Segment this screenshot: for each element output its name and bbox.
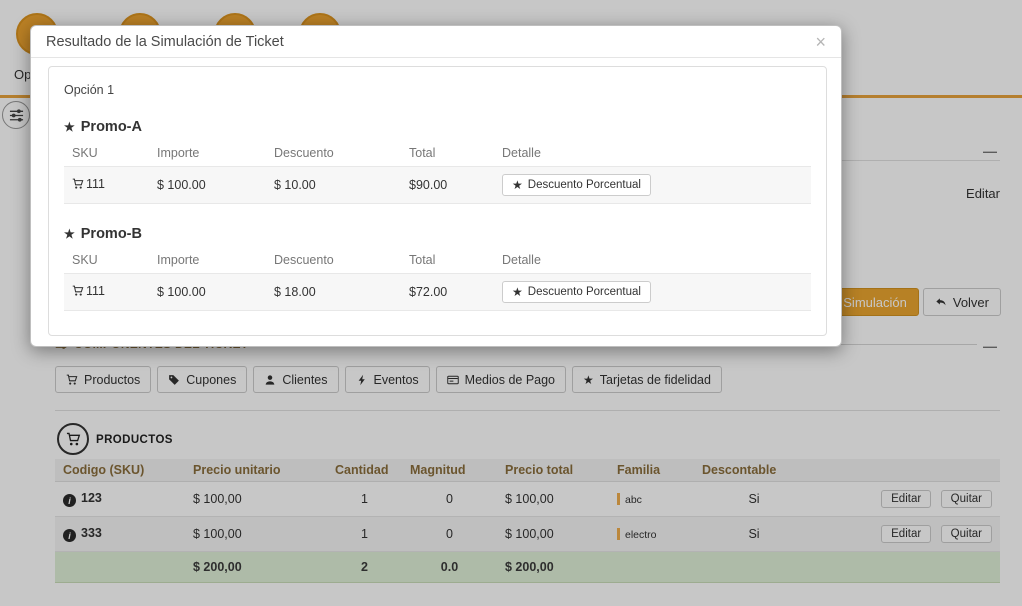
promo-detalle-cell: ★ Descuento Porcentual <box>494 273 811 311</box>
promo-importe-cell: $ 100.00 <box>149 273 266 311</box>
col-descuento: Descuento <box>274 146 334 160</box>
promo-total-cell: $72.00 <box>401 273 494 311</box>
star-icon: ★ <box>64 120 75 134</box>
promo-importe-cell: $ 100.00 <box>149 166 266 204</box>
star-icon: ★ <box>512 285 523 299</box>
discount-detail-button[interactable]: ★ Descuento Porcentual <box>502 174 651 196</box>
promo-table-header-row: SKU Importe Descuento Total Detalle <box>64 140 811 167</box>
promo-descuento-cell: $ 18.00 <box>266 273 401 311</box>
promo-table: SKU Importe Descuento Total Detalle 111 … <box>64 247 811 311</box>
cart-icon <box>72 285 84 296</box>
promo-sku-cell: 111 <box>64 166 149 204</box>
promo-total-cell: $90.00 <box>401 166 494 204</box>
discount-detail-label: Descuento Porcentual <box>527 286 641 298</box>
col-importe: Importe <box>157 253 200 267</box>
promo-descuento-cell: $ 10.00 <box>266 166 401 204</box>
promo-block: ★ Promo-B SKU Importe Descuento Total De… <box>64 226 811 311</box>
discount-detail-button[interactable]: ★ Descuento Porcentual <box>502 281 651 303</box>
col-detalle: Detalle <box>502 253 541 267</box>
col-descuento: Descuento <box>274 253 334 267</box>
col-total: Total <box>409 253 436 267</box>
col-importe: Importe <box>157 146 200 160</box>
simulation-result-modal: Resultado de la Simulación de Ticket × O… <box>30 25 842 347</box>
promo-table: SKU Importe Descuento Total Detalle 111 … <box>64 140 811 204</box>
discount-detail-label: Descuento Porcentual <box>527 179 641 191</box>
col-total: Total <box>409 146 436 160</box>
promo-heading: ★ Promo-B <box>64 226 811 242</box>
simulation-option-card: Opción 1 ★ Promo-A SKU Importe Descuento… <box>48 66 827 336</box>
modal-header: Resultado de la Simulación de Ticket × <box>31 26 841 58</box>
modal-body: Opción 1 ★ Promo-A SKU Importe Descuento… <box>31 58 841 346</box>
promo-row: 111 $ 100.00 $ 18.00 $72.00 ★ Descuento <box>64 273 811 311</box>
option-label: Opción 1 <box>64 83 115 97</box>
promo-table-header-row: SKU Importe Descuento Total Detalle <box>64 247 811 274</box>
promo-block: ★ Promo-A SKU Importe Descuento Total De… <box>64 119 811 204</box>
close-icon[interactable]: × <box>815 33 826 51</box>
promo-row: 111 $ 100.00 $ 10.00 $90.00 ★ Descuento <box>64 166 811 204</box>
screen: Opciones — Editar Simulación <box>0 0 1022 606</box>
promo-name-label: Promo-B <box>80 226 142 242</box>
cart-icon <box>72 178 84 189</box>
star-icon: ★ <box>512 178 523 192</box>
star-icon: ★ <box>64 227 75 241</box>
promo-sku-cell: 111 <box>64 273 149 311</box>
col-detalle: Detalle <box>502 146 541 160</box>
promo-name-label: Promo-A <box>80 119 142 135</box>
col-sku: SKU <box>72 253 98 267</box>
promo-detalle-cell: ★ Descuento Porcentual <box>494 166 811 204</box>
col-sku: SKU <box>72 146 98 160</box>
modal-title: Resultado de la Simulación de Ticket <box>46 34 284 50</box>
promo-heading: ★ Promo-A <box>64 119 811 135</box>
